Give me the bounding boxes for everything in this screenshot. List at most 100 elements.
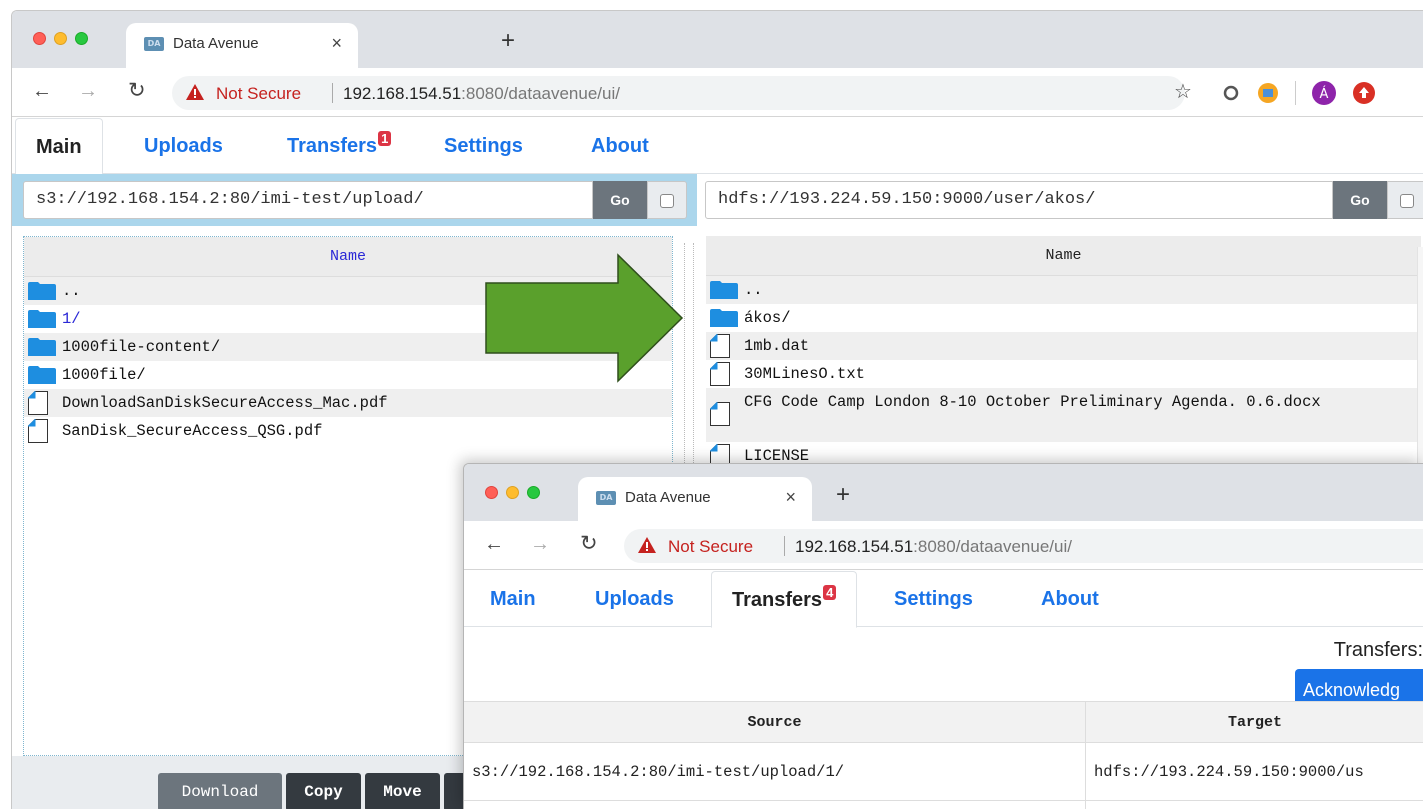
folder-icon	[28, 282, 56, 300]
left-path-bar: s3://192.168.154.2:80/imi-test/upload/ G…	[12, 174, 697, 226]
move-button[interactable]: Move	[365, 773, 440, 809]
address-bar[interactable]: Not Secure 192.168.154.51:8080/dataavenu…	[172, 76, 1185, 110]
file-name: 1/	[62, 310, 81, 328]
file-name: SanDisk_SecureAccess_QSG.pdf	[62, 422, 323, 440]
transfers-count-badge: 4	[823, 585, 837, 600]
left-go-button[interactable]: Go	[593, 181, 647, 219]
window-zoom-dot[interactable]	[75, 32, 88, 45]
list-item[interactable]: CFG Code Camp London 8-10 October Prelim…	[706, 388, 1421, 442]
tab-about[interactable]: About	[571, 118, 669, 174]
transfer-target-cell: hdfs://193.224.59.150:9000/us	[1094, 763, 1364, 781]
right-go-button[interactable]: Go	[1333, 181, 1387, 219]
address-bar[interactable]: Not Secure 192.168.154.51:8080/dataavenu…	[624, 529, 1423, 563]
not-secure-label: Not Secure	[668, 537, 754, 556]
file-name: 1mb.dat	[744, 337, 810, 355]
plus-icon[interactable]: +	[501, 29, 515, 53]
tab-settings[interactable]: Settings	[874, 571, 993, 627]
tab-main[interactable]: Main	[470, 571, 556, 627]
address-separator	[332, 83, 333, 103]
file-icon	[710, 402, 730, 426]
tab-uploads[interactable]: Uploads	[124, 118, 243, 174]
warning-icon	[638, 537, 656, 553]
folder-icon	[710, 309, 738, 327]
tab-uploads[interactable]: Uploads	[575, 571, 694, 627]
checkbox-icon	[1400, 194, 1414, 208]
column-divider	[1085, 701, 1086, 809]
browser-tab[interactable]: DA Data Avenue ×	[578, 477, 812, 522]
list-item[interactable]: 1mb.dat	[706, 332, 1421, 360]
star-icon[interactable]: ☆	[1174, 79, 1192, 104]
transfer-source-cell: s3://192.168.154.2:80/imi-test/upload/1/	[472, 763, 845, 781]
file-name: CFG Code Camp London 8-10 October Prelim…	[744, 393, 1321, 411]
tab-transfers[interactable]: Transfers 1	[267, 118, 411, 174]
url-text: 192.168.154.51:8080/dataavenue/ui/	[343, 84, 620, 104]
tab-about[interactable]: About	[1021, 571, 1119, 627]
url-host: 192.168.154.51	[343, 84, 462, 103]
file-name: 30MLinesO.txt	[744, 365, 865, 383]
warning-icon	[186, 84, 204, 100]
extension-icon[interactable]	[1222, 84, 1240, 102]
url-rest: :8080/dataavenue/ui/	[913, 537, 1072, 556]
right-select-checkbox[interactable]	[1387, 181, 1423, 219]
plus-icon[interactable]: +	[836, 483, 850, 507]
address-separator	[784, 536, 785, 556]
list-item[interactable]: SanDisk_SecureAccess_QSG.pdf	[24, 417, 672, 445]
close-icon[interactable]: ×	[785, 487, 796, 508]
folder-icon	[28, 338, 56, 356]
left-path-input[interactable]: s3://192.168.154.2:80/imi-test/upload/	[23, 181, 593, 219]
tab-transfers[interactable]: Transfers 4	[711, 571, 858, 628]
forward-icon[interactable]: →	[78, 80, 98, 102]
window-close-dot[interactable]	[33, 32, 46, 45]
browser-tab-title: Data Avenue	[173, 35, 259, 52]
browser-tab-title: Data Avenue	[625, 489, 711, 506]
browser-tab[interactable]: DA Data Avenue ×	[126, 23, 358, 68]
source-column-header[interactable]: Source	[464, 702, 1085, 744]
window-zoom-dot[interactable]	[527, 486, 540, 499]
list-item[interactable]: ..	[706, 276, 1421, 304]
forward-icon[interactable]: →	[530, 533, 550, 555]
browser-toolbar: ← → ↻ Not Secure 192.168.154.51:8080/dat…	[12, 68, 1423, 117]
file-icon	[28, 391, 48, 415]
reload-icon[interactable]: ↻	[580, 533, 598, 555]
file-name: ..	[62, 282, 81, 300]
profile-avatar-icon[interactable]: Á	[1312, 81, 1336, 105]
url-host: 192.168.154.51	[795, 537, 914, 556]
extension-icon[interactable]	[1257, 82, 1279, 104]
file-icon	[710, 334, 730, 358]
list-item[interactable]: DownloadSanDiskSecureAccess_Mac.pdf	[24, 389, 672, 417]
list-item[interactable]: 30MLinesO.txt	[706, 360, 1421, 388]
right-path-input[interactable]: hdfs://193.224.59.150:9000/user/akos/	[705, 181, 1333, 219]
browser-tabstrip: DA Data Avenue × +	[464, 464, 1423, 522]
target-column-header[interactable]: Target	[1086, 702, 1423, 744]
transfers-table-header: Source Target	[464, 701, 1423, 743]
tab-main[interactable]: Main	[15, 118, 103, 175]
tab-settings[interactable]: Settings	[424, 118, 543, 174]
copy-button[interactable]: Copy	[286, 773, 361, 809]
file-name: ..	[744, 281, 763, 299]
window-minimize-dot[interactable]	[54, 32, 67, 45]
download-button[interactable]: Download	[158, 773, 282, 809]
transfers-heading: Transfers:	[1333, 639, 1423, 661]
left-select-checkbox[interactable]	[647, 181, 687, 219]
file-name: ákos/	[744, 309, 791, 327]
list-item[interactable]: ákos/	[706, 304, 1421, 332]
url-text: 192.168.154.51:8080/dataavenue/ui/	[795, 537, 1072, 557]
extension-icon[interactable]	[1352, 81, 1376, 105]
right-name-column-header[interactable]: Name	[706, 236, 1421, 276]
app-tabs: Main Uploads Transfers 4 Settings About	[464, 571, 1423, 628]
browser-toolbar: ← → ↻ Not Secure 192.168.154.51:8080/dat…	[464, 521, 1423, 570]
file-icon	[710, 362, 730, 386]
folder-icon	[28, 310, 56, 328]
close-icon[interactable]: ×	[331, 33, 342, 54]
reload-icon[interactable]: ↻	[128, 80, 146, 102]
browser-window-front: DA Data Avenue × + ← → ↻ Not Secure 192.…	[463, 463, 1423, 809]
table-row[interactable]: s3://192.168.154.2:80/imi-test/upload/1/…	[464, 743, 1423, 801]
window-minimize-dot[interactable]	[506, 486, 519, 499]
url-rest: :8080/dataavenue/ui/	[461, 84, 620, 103]
back-icon[interactable]: ←	[484, 533, 504, 555]
file-icon	[28, 419, 48, 443]
folder-icon	[28, 366, 56, 384]
file-name: DownloadSanDiskSecureAccess_Mac.pdf	[62, 394, 388, 412]
window-close-dot[interactable]	[485, 486, 498, 499]
back-icon[interactable]: ←	[32, 80, 52, 102]
